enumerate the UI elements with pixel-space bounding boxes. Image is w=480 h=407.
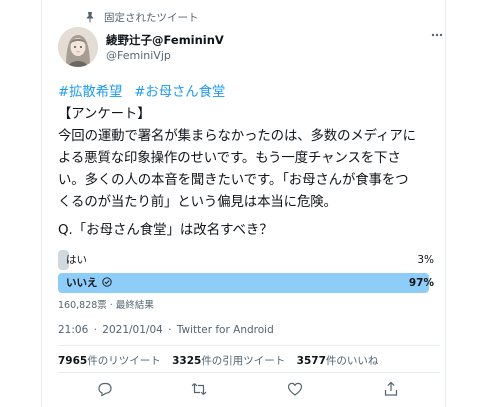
likes-stat[interactable]: 3577件のいいね bbox=[297, 355, 379, 367]
poll-bar bbox=[58, 273, 429, 293]
poll-question: Q.「お母さん食堂」は改名すべき？ bbox=[58, 223, 273, 238]
tweet-timestamp: 21:06 · 2021/01/04 · Twitter for Android bbox=[58, 324, 274, 336]
like-icon[interactable] bbox=[286, 380, 304, 398]
poll-option-label-text: いいえ bbox=[66, 277, 98, 289]
author-handle[interactable]: @FeminiVjp bbox=[106, 49, 171, 62]
tweet-line: くるのが当たり前」という偏見は本当に危険。 bbox=[58, 195, 337, 210]
tweet-line: 今回の運動で署名が集まらなかったのは、多数のメディアに bbox=[58, 129, 416, 144]
pinned-indicator: 固定されたツイート bbox=[84, 9, 199, 25]
likes-count: 3577 bbox=[296, 355, 326, 367]
reply-icon[interactable] bbox=[96, 380, 114, 398]
poll-option-percent: 3% bbox=[417, 254, 434, 266]
quotes-stat[interactable]: 3325件の引用ツイート bbox=[172, 355, 285, 367]
check-circle-icon bbox=[101, 274, 112, 287]
more-options-icon[interactable] bbox=[430, 28, 444, 42]
quotes-count: 3325 bbox=[172, 355, 202, 367]
poll-option-label: はい bbox=[66, 254, 87, 266]
tweet-time[interactable]: 21:06 bbox=[58, 324, 88, 336]
tweet-text: #拡散希望 #お母さん食堂 【アンケート】 今回の運動で署名が集まらなかったのは、… bbox=[58, 82, 440, 214]
tweet-date[interactable]: 2021/01/04 bbox=[102, 324, 163, 336]
avatar[interactable] bbox=[58, 27, 98, 67]
pinned-label: 固定されたツイート bbox=[104, 11, 199, 24]
tweet-line: 【アンケート】 bbox=[58, 107, 151, 122]
divider bbox=[58, 345, 440, 346]
action-bar bbox=[58, 380, 440, 398]
quotes-label: 件の引用ツイート bbox=[201, 355, 286, 367]
pin-icon bbox=[84, 11, 96, 23]
poll-summary: 160,828票 · 最終結果 bbox=[58, 300, 154, 311]
tweet-line: い。多くの人の本音を聞きたいです。「お母さんが食事をつ bbox=[58, 173, 409, 188]
retweets-label: 件のリツイート bbox=[87, 355, 161, 367]
divider bbox=[58, 372, 440, 373]
retweet-icon[interactable] bbox=[190, 380, 208, 398]
hashtag-link[interactable]: #お母さん食堂 bbox=[134, 85, 225, 100]
hashtag-link[interactable]: #拡散希望 bbox=[58, 85, 122, 100]
poll-option-yes: はい 3% bbox=[58, 250, 440, 270]
retweets-count: 7965 bbox=[58, 355, 88, 367]
tweet-line: よる悪質な印象操作のせいです。もう一度チャンスを下さ bbox=[58, 151, 401, 166]
poll-option-no: いいえ 97% bbox=[58, 273, 440, 293]
poll-option-percent: 97% bbox=[408, 277, 434, 289]
engagement-stats: 7965件のリツイート 3325件の引用ツイート 3577件のいいね bbox=[58, 353, 386, 368]
tweet-source-link[interactable]: Twitter for Android bbox=[177, 324, 274, 336]
author-display-name[interactable]: 綾野辻子@FemininV bbox=[106, 32, 224, 48]
poll-option-label: いいえ bbox=[66, 273, 112, 293]
hashtag-list: #拡散希望 #お母さん食堂 bbox=[58, 82, 440, 104]
share-icon[interactable] bbox=[382, 380, 400, 398]
retweets-stat[interactable]: 7965件のリツイート bbox=[58, 355, 161, 367]
likes-label: 件のいいね bbox=[325, 355, 379, 367]
